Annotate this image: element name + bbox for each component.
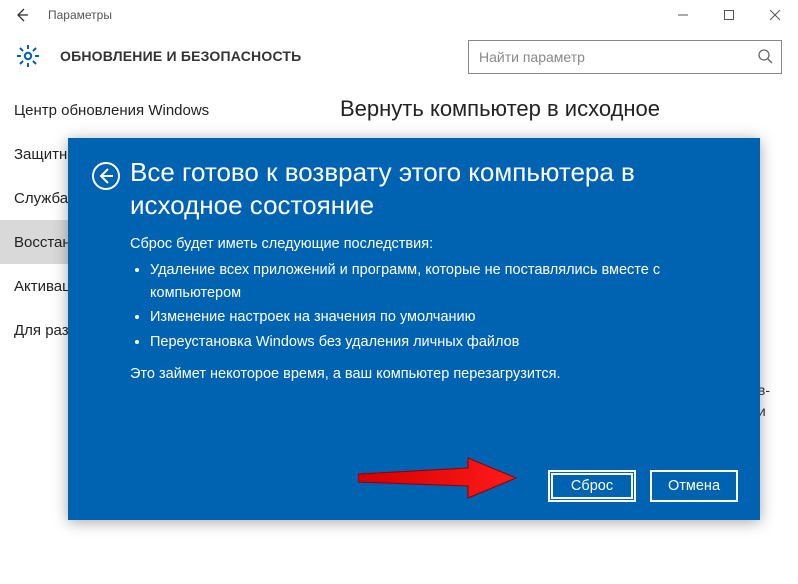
- arrow-left-circle-icon: [91, 161, 121, 191]
- arrow-left-icon: [14, 7, 30, 23]
- gear-icon: [14, 42, 42, 70]
- sidebar-item-windows-update[interactable]: Центр обновления Windows: [0, 88, 330, 132]
- dialog-back-button[interactable]: [90, 160, 122, 192]
- close-button[interactable]: [752, 0, 798, 30]
- minimize-button[interactable]: [660, 0, 706, 30]
- search-input[interactable]: [477, 48, 757, 66]
- cancel-button[interactable]: Отмена: [650, 470, 738, 502]
- back-button[interactable]: [0, 0, 44, 30]
- reset-button[interactable]: Сброс: [548, 470, 636, 502]
- maximize-icon: [723, 9, 735, 21]
- search-box[interactable]: [468, 40, 782, 74]
- dialog-footer-text: Это займет некоторое время, а ваш компью…: [130, 363, 738, 385]
- reset-dialog: Все готово к возврату этого компьютера в…: [68, 138, 760, 520]
- dialog-bullet: Изменение настроек на значения по умолча…: [150, 306, 738, 328]
- window-title: Параметры: [48, 8, 112, 22]
- minimize-icon: [677, 9, 689, 21]
- search-icon: [757, 48, 773, 67]
- titlebar: Параметры: [0, 0, 798, 30]
- section-title: ОБНОВЛЕНИЕ И БЕЗОПАСНОСТЬ: [60, 48, 301, 64]
- page-title: Вернуть компьютер в исходное: [340, 96, 776, 122]
- dialog-body: Сброс будет иметь следующие последствия:…: [130, 233, 738, 386]
- dialog-bullet: Удаление всех приложений и программ, кот…: [150, 259, 738, 304]
- header: ОБНОВЛЕНИЕ И БЕЗОПАСНОСТЬ: [0, 30, 798, 82]
- dialog-lead: Сброс будет иметь следующие последствия:: [130, 233, 738, 255]
- maximize-button[interactable]: [706, 0, 752, 30]
- sidebar-item-label: Центр обновления Windows: [14, 102, 209, 119]
- close-icon: [769, 9, 781, 21]
- dialog-bullet: Переустановка Windows без удаления личны…: [150, 331, 738, 353]
- dialog-title: Все готово к возврату этого компьютера в…: [130, 156, 635, 221]
